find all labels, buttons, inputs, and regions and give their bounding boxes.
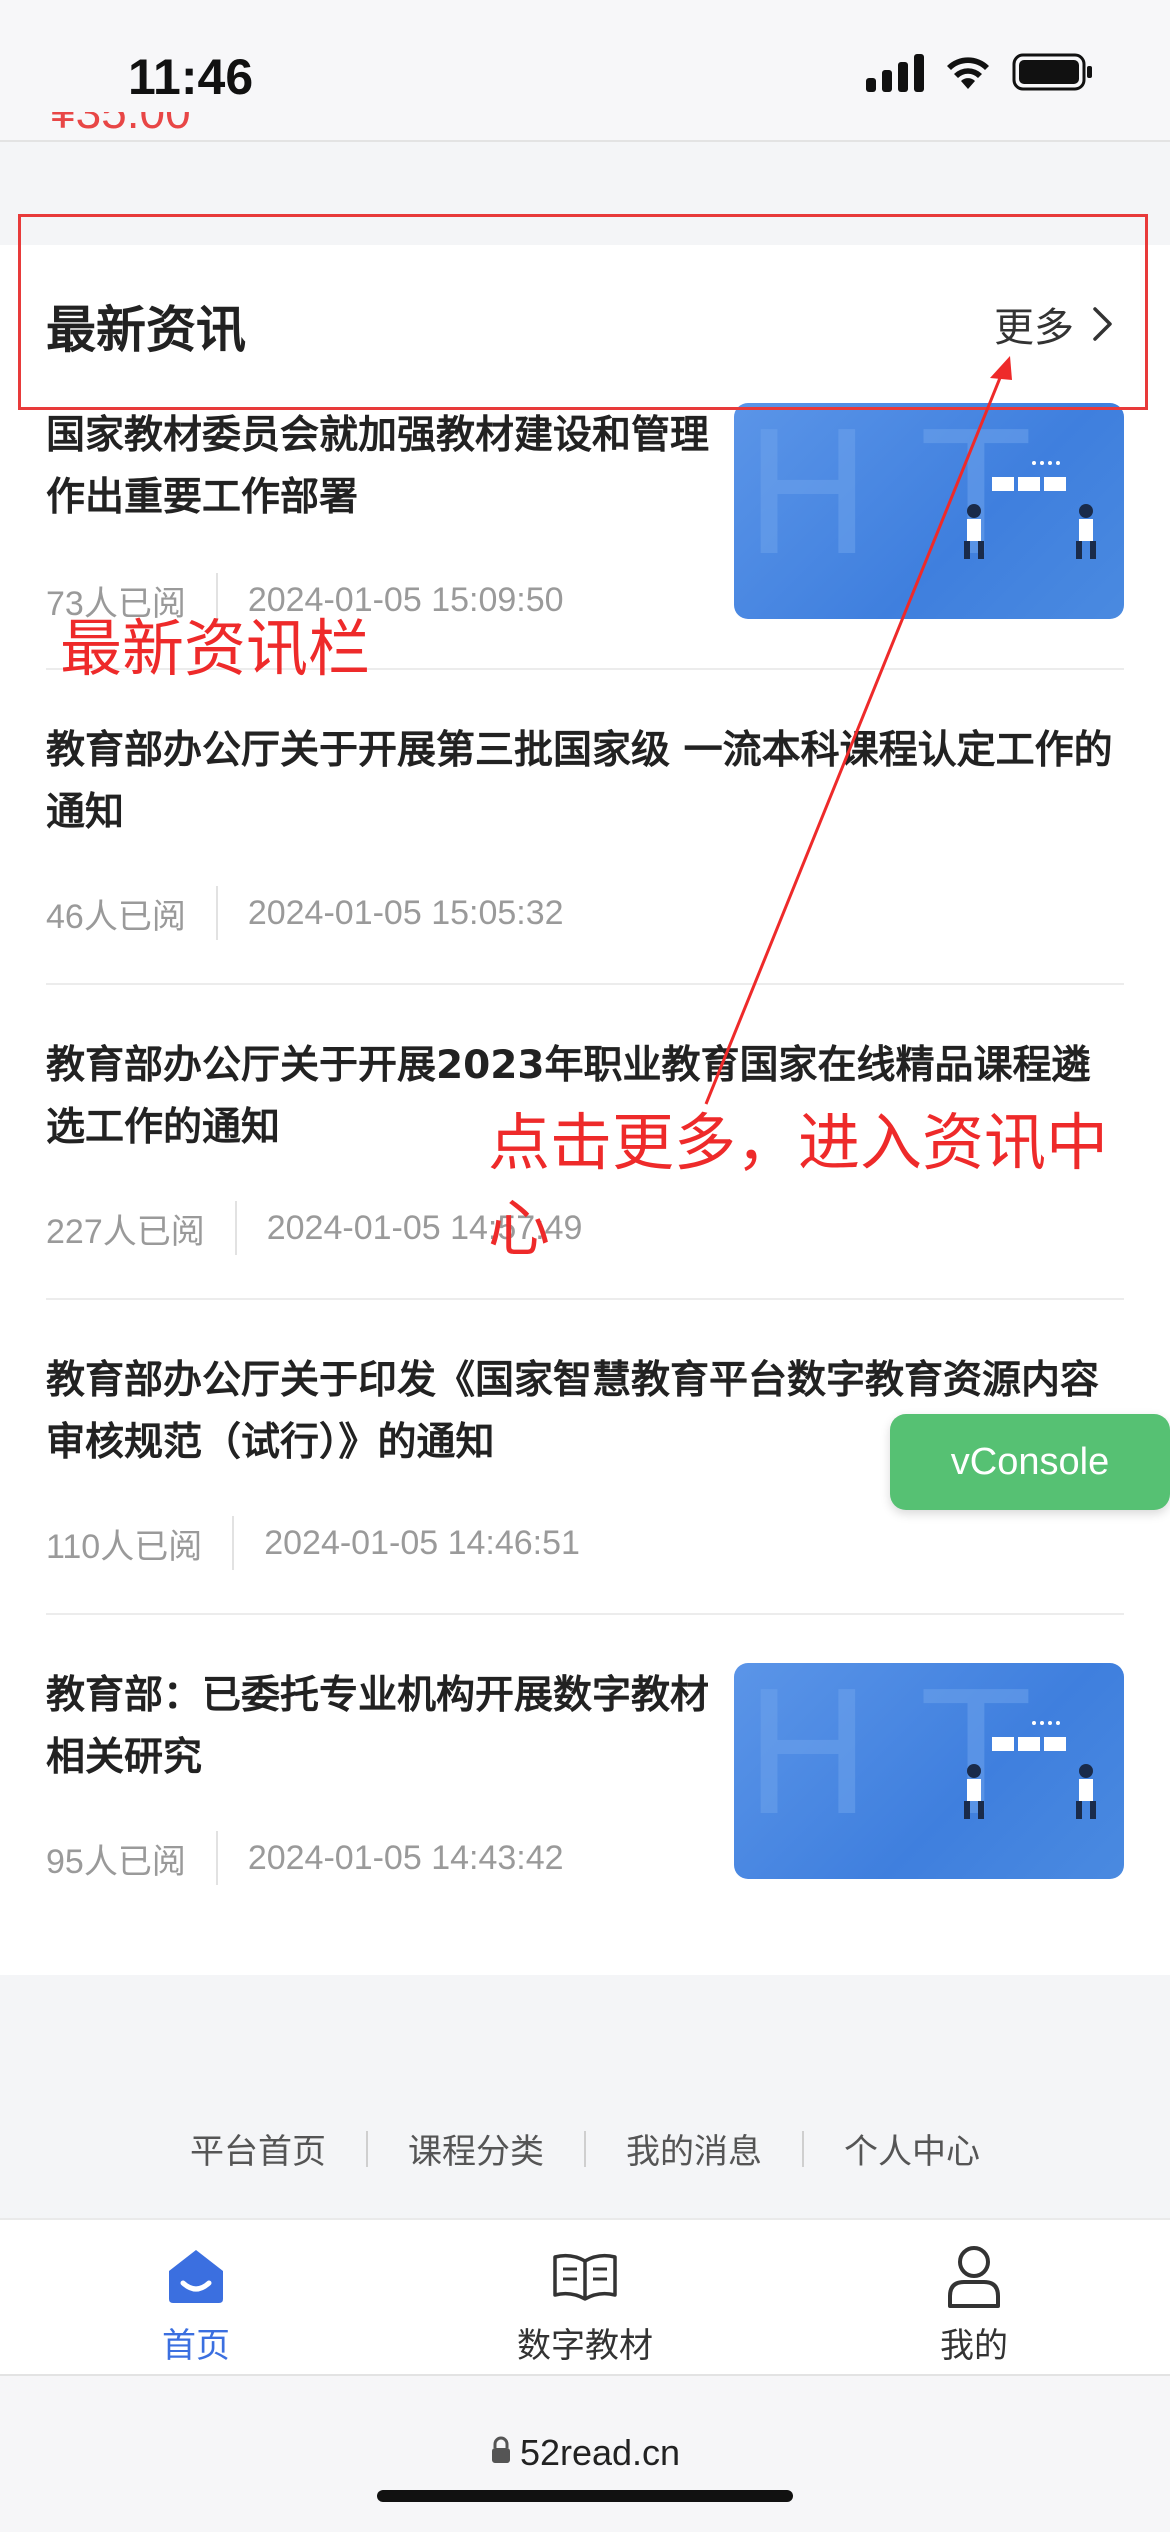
footer-divider (802, 2130, 804, 2167)
url-text: 52read.cn (519, 2432, 681, 2473)
footer-link-messages[interactable]: 我的消息 (626, 2124, 762, 2173)
footer-link-profile[interactable]: 个人中心 (844, 2124, 980, 2173)
tab-label: 数字教材 (517, 2326, 653, 2366)
vconsole-button[interactable]: vConsole (890, 1414, 1170, 1510)
footer-link-categories[interactable]: 课程分类 (408, 2124, 544, 2173)
browser-url-bar[interactable]: 52read.cn (0, 2374, 1170, 2532)
home-icon (96, 2242, 296, 2310)
url-display[interactable]: 52read.cn (0, 2432, 1170, 2474)
tab-profile[interactable]: 我的 (874, 2242, 1074, 2367)
tab-label: 首页 (162, 2326, 230, 2366)
book-icon (485, 2242, 685, 2310)
lock-icon (490, 2432, 512, 2474)
home-indicator (377, 2490, 793, 2502)
footer-divider (366, 2130, 368, 2167)
bottom-tab-bar: 首页 数字教材 我的 (0, 2218, 1170, 2374)
tab-home[interactable]: 首页 (96, 2242, 296, 2367)
tab-digital-textbooks[interactable]: 数字教材 (485, 2242, 685, 2367)
footer-link-home[interactable]: 平台首页 (190, 2124, 326, 2173)
tab-label: 我的 (940, 2326, 1008, 2366)
person-icon (874, 2242, 1074, 2310)
footer-links: 平台首页 课程分类 我的消息 个人中心 (0, 2124, 1170, 2173)
footer-divider (584, 2130, 586, 2167)
